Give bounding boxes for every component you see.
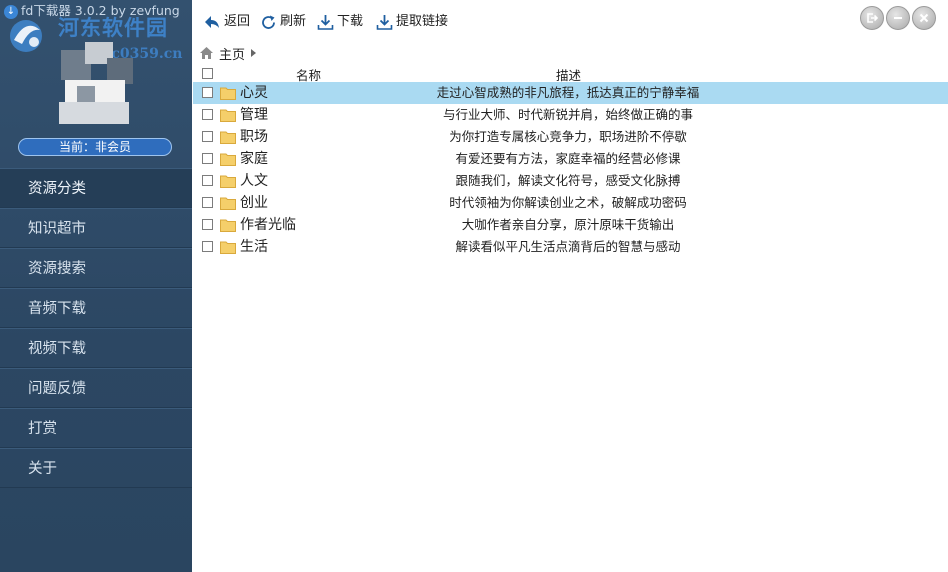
row-checkbox[interactable]: [202, 131, 213, 142]
download-button-label: 下载: [337, 14, 364, 29]
row-name: 心灵: [240, 85, 268, 101]
toolbar: 返回 刷新 下载 提取链接: [193, 0, 948, 40]
sidebar-menu: 资源分类 知识超市 资源搜索 音频下载 视频下载 问题反馈 打赏 关于: [0, 168, 192, 488]
resource-table: 名称 描述 心灵 走过心智成熟的非凡旅程，抵达真正的宁静幸福 管理 与行业大师、…: [193, 64, 948, 258]
table-row[interactable]: 心灵 走过心智成熟的非凡旅程，抵达真正的宁静幸福: [193, 82, 948, 104]
row-name: 人文: [240, 173, 268, 189]
back-button-label: 返回: [224, 14, 251, 29]
breadcrumb-home[interactable]: 主页: [219, 44, 245, 63]
row-name: 生活: [240, 239, 268, 255]
extract-link-icon: [376, 14, 393, 30]
row-name: 管理: [240, 107, 268, 123]
download-button[interactable]: 下载: [317, 12, 363, 32]
close-icon: [919, 13, 929, 23]
select-all-checkbox[interactable]: [202, 68, 213, 79]
table-row[interactable]: 管理 与行业大师、时代新锐并肩，始终做正确的事: [193, 104, 948, 126]
row-name: 作者光临: [240, 217, 296, 233]
home-icon[interactable]: [199, 46, 214, 60]
back-button[interactable]: 返回: [203, 12, 250, 32]
minimize-button[interactable]: [886, 6, 910, 30]
table-row[interactable]: 创业 时代领袖为你解读创业之术，破解成功密码: [193, 192, 948, 214]
sidebar-item-about[interactable]: 关于: [0, 448, 192, 488]
sidebar-item-resource-search[interactable]: 资源搜索: [0, 248, 192, 288]
back-arrow-icon: [205, 16, 219, 28]
row-checkbox[interactable]: [202, 109, 213, 120]
extract-link-button[interactable]: 提取链接: [376, 12, 448, 32]
row-name: 家庭: [240, 151, 268, 167]
row-desc: 有爱还要有方法，家庭幸福的经营必修课: [455, 151, 681, 166]
main-panel: 返回 刷新 下载 提取链接 主页 名称 描述 心灵 走过心智成熟的非凡旅程，抵达…: [193, 0, 948, 572]
row-checkbox[interactable]: [202, 219, 213, 230]
row-name: 创业: [240, 195, 268, 211]
folder-icon: [220, 219, 236, 232]
logout-icon: [867, 13, 878, 23]
row-checkbox[interactable]: [202, 87, 213, 98]
breadcrumb-arrow-icon[interactable]: [251, 49, 257, 57]
row-name: 职场: [240, 129, 268, 145]
table-row[interactable]: 作者光临 大咖作者亲自分享，原汁原味干货输出: [193, 214, 948, 236]
extract-link-button-label: 提取链接: [396, 14, 449, 29]
row-desc: 为你打造专属核心竞争力，职场进阶不停歇: [449, 129, 687, 144]
table-header: 名称 描述: [193, 64, 948, 83]
row-desc: 解读看似平凡生活点滴背后的智慧与感动: [455, 239, 681, 254]
minimize-icon: [894, 17, 902, 19]
sidebar-item-resource-category[interactable]: 资源分类: [0, 168, 192, 208]
row-desc: 跟随我们，解读文化符号，感受文化脉搏: [455, 173, 681, 188]
table-row[interactable]: 人文 跟随我们，解读文化符号，感受文化脉搏: [193, 170, 948, 192]
avatar: [55, 40, 137, 130]
folder-icon: [220, 153, 236, 166]
row-checkbox[interactable]: [202, 197, 213, 208]
table-row[interactable]: 生活 解读看似平凡生活点滴背后的智慧与感动: [193, 236, 948, 258]
sidebar-item-audio-download[interactable]: 音频下载: [0, 288, 192, 328]
folder-icon: [220, 175, 236, 188]
row-desc: 走过心智成熟的非凡旅程，抵达真正的宁静幸福: [436, 85, 700, 100]
sidebar: ↓ fd下载器 3.0.2 by zevfung 河东软件园 www.pc0359…: [0, 0, 192, 572]
row-desc: 大咖作者亲自分享，原汁原味干货输出: [461, 217, 675, 232]
refresh-button-label: 刷新: [280, 14, 307, 29]
table-row[interactable]: 家庭 有爱还要有方法，家庭幸福的经营必修课: [193, 148, 948, 170]
close-button[interactable]: [912, 6, 936, 30]
folder-icon: [220, 197, 236, 210]
folder-icon: [220, 109, 236, 122]
breadcrumb: 主页: [199, 44, 257, 63]
row-checkbox[interactable]: [202, 241, 213, 252]
watermark-text: 河东软件园: [58, 15, 168, 40]
refresh-button[interactable]: 刷新: [260, 12, 306, 32]
row-checkbox[interactable]: [202, 153, 213, 164]
logout-button[interactable]: [860, 6, 884, 30]
folder-icon: [220, 131, 236, 144]
table-row[interactable]: 职场 为你打造专属核心竞争力，职场进阶不停歇: [193, 126, 948, 148]
sidebar-item-video-download[interactable]: 视频下载: [0, 328, 192, 368]
refresh-icon: [262, 15, 275, 29]
row-desc: 时代领袖为你解读创业之术，破解成功密码: [449, 195, 687, 210]
watermark-logo-icon: [10, 20, 42, 52]
member-status-badge: 当前：非会员: [18, 138, 172, 156]
folder-icon: [220, 87, 236, 100]
row-desc: 与行业大师、时代新锐并肩，始终做正确的事: [442, 107, 693, 122]
sidebar-item-feedback[interactable]: 问题反馈: [0, 368, 192, 408]
folder-icon: [220, 241, 236, 254]
window-controls: [860, 6, 936, 30]
row-checkbox[interactable]: [202, 175, 213, 186]
sidebar-item-knowledge-market[interactable]: 知识超市: [0, 208, 192, 248]
sidebar-item-donate[interactable]: 打赏: [0, 408, 192, 448]
download-icon: [317, 14, 334, 30]
